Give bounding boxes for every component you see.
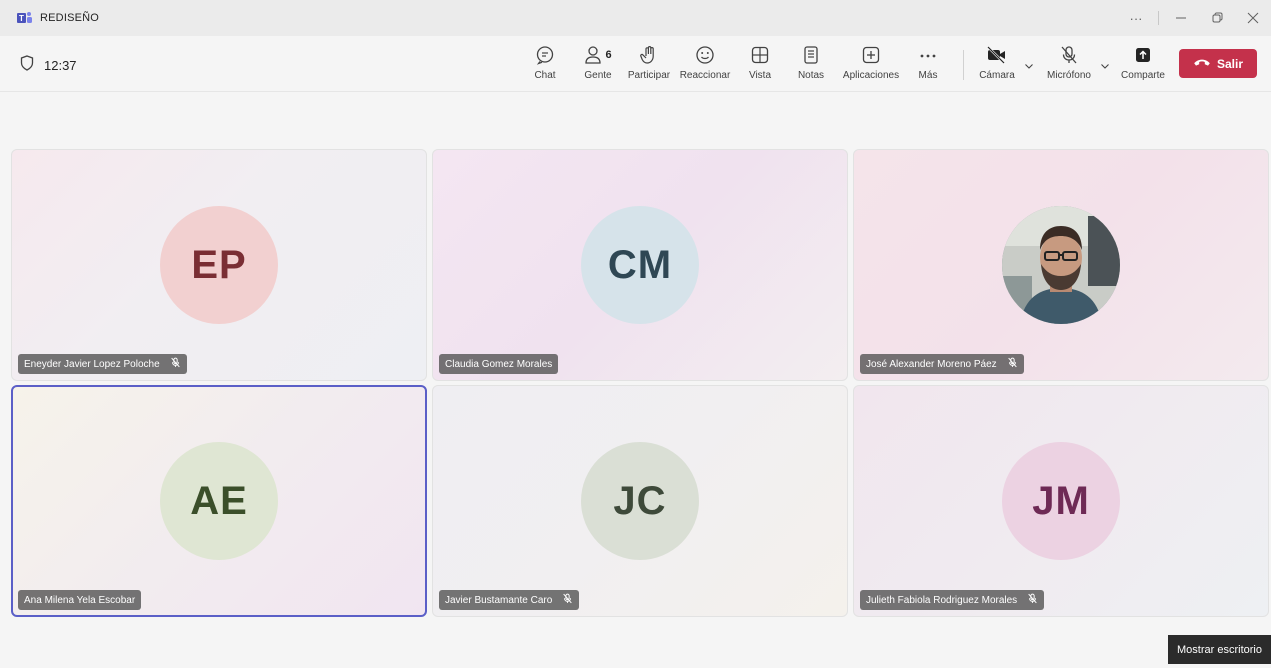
share-button[interactable]: Comparte — [1120, 44, 1166, 88]
camera-off-icon — [986, 44, 1008, 66]
share-screen-icon — [1133, 44, 1153, 66]
muted-mic-icon — [170, 357, 181, 371]
timer-text: 12:37 — [44, 58, 77, 73]
participant-tile[interactable]: CM Claudia Gomez Morales — [432, 149, 848, 381]
notes-button[interactable]: Notas — [797, 44, 825, 88]
muted-mic-icon — [562, 593, 573, 607]
restore-icon[interactable] — [1199, 0, 1235, 36]
avatar: CM — [581, 206, 699, 324]
camera-button[interactable]: Cámara — [977, 44, 1017, 88]
minimize-icon[interactable] — [1163, 0, 1199, 36]
microphone-button[interactable]: Micrófono — [1044, 44, 1094, 88]
participant-name-tag: Javier Bustamante Caro — [439, 590, 580, 610]
people-icon: 6 — [584, 44, 612, 66]
participant-name-tag: Claudia Gomez Morales — [439, 354, 559, 374]
notes-label: Notas — [797, 70, 825, 81]
phone-hangup-icon — [1193, 56, 1211, 71]
chat-icon — [535, 44, 555, 66]
meeting-toolbar: 12:37 Chat 6 Gente Participar Reaccionar… — [0, 36, 1271, 92]
participant-tile[interactable]: JM Julieth Fabiola Rodriguez Morales — [853, 385, 1269, 617]
view-button[interactable]: Vista — [748, 44, 772, 88]
window-title: REDISEÑO — [40, 12, 100, 24]
avatar: JC — [581, 442, 699, 560]
show-desktop-tooltip: Mostrar escritorio — [1168, 635, 1271, 664]
avatar: JM — [1002, 442, 1120, 560]
more-button[interactable]: Más — [916, 44, 940, 88]
avatar: AE — [160, 442, 278, 560]
smiley-icon — [695, 44, 715, 66]
close-icon[interactable] — [1235, 0, 1271, 36]
react-button[interactable]: Reaccionar — [679, 44, 731, 88]
participant-name: Ana Milena Yela Escobar — [24, 594, 136, 606]
meeting-timer: 12:37 — [20, 55, 77, 76]
leave-label: Salir — [1216, 56, 1243, 71]
muted-mic-icon — [1027, 593, 1038, 607]
muted-mic-icon — [1007, 357, 1018, 371]
window-controls: ··· — [1118, 0, 1271, 36]
camera-options-chevron-icon[interactable] — [1024, 58, 1034, 76]
participant-photo — [1002, 206, 1120, 324]
toolbar-divider — [963, 50, 964, 80]
participant-name-tag: José Alexander Moreno Páez — [860, 354, 1024, 374]
participant-tile[interactable]: José Alexander Moreno Páez — [853, 149, 1269, 381]
apps-button[interactable]: Aplicaciones — [842, 44, 900, 88]
title-bar: T REDISEÑO ··· — [0, 0, 1271, 36]
avatar: EP — [160, 206, 278, 324]
raise-hand-icon — [639, 44, 659, 66]
add-app-icon — [861, 44, 881, 66]
participant-name: Julieth Fabiola Rodriguez Morales — [866, 594, 1018, 606]
svg-text:T: T — [19, 14, 24, 23]
raise-hand-button[interactable]: Participar — [626, 44, 672, 88]
participant-name-tag: Ana Milena Yela Escobar — [18, 590, 142, 610]
participant-tile[interactable]: EP Eneyder Javier Lopez Poloche — [11, 149, 427, 381]
raise-hand-label: Participar — [627, 70, 671, 81]
participant-tile[interactable]: JC Javier Bustamante Caro — [432, 385, 848, 617]
react-label: Reaccionar — [679, 70, 731, 81]
notes-icon — [801, 44, 821, 66]
participant-name: Javier Bustamante Caro — [445, 594, 553, 606]
apps-label: Aplicaciones — [842, 70, 900, 81]
participant-name: José Alexander Moreno Páez — [866, 358, 997, 370]
more-options-icon[interactable]: ··· — [1118, 0, 1154, 36]
chat-button[interactable]: Chat — [532, 44, 558, 88]
shield-icon — [20, 55, 34, 76]
more-label: Más — [918, 70, 938, 81]
chat-label: Chat — [534, 70, 556, 81]
teams-logo-icon: T — [17, 11, 33, 25]
grid-view-icon — [750, 44, 770, 66]
people-count: 6 — [605, 49, 612, 61]
participant-tile-active-speaker[interactable]: AE Ana Milena Yela Escobar — [11, 385, 427, 617]
participant-name-tag: Julieth Fabiola Rodriguez Morales — [860, 590, 1045, 610]
mic-options-chevron-icon[interactable] — [1100, 58, 1110, 76]
camera-label: Cámara — [979, 70, 1015, 81]
participant-name: Claudia Gomez Morales — [445, 358, 553, 370]
mic-off-icon — [1059, 44, 1079, 66]
view-label: Vista — [748, 70, 772, 81]
mic-label: Micrófono — [1047, 70, 1091, 81]
people-button[interactable]: 6 Gente — [583, 44, 613, 88]
participant-name-tag: Eneyder Javier Lopez Poloche — [18, 354, 187, 374]
leave-button[interactable]: Salir — [1179, 49, 1257, 78]
divider — [1158, 11, 1159, 25]
share-label: Comparte — [1121, 70, 1165, 81]
people-label: Gente — [584, 70, 612, 81]
participant-name: Eneyder Javier Lopez Poloche — [24, 358, 160, 370]
more-dots-icon — [918, 44, 938, 66]
